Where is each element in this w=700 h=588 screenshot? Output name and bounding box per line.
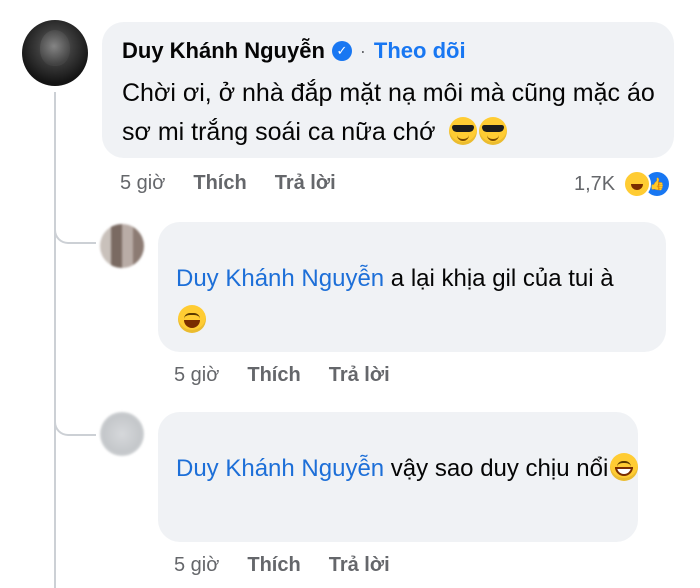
comment-bubble: Duy Khánh Nguyễn ✓ · Theo dõi Chời ơi, ở…: [102, 22, 674, 158]
reply-button[interactable]: Trả lời: [329, 554, 390, 577]
comment-author[interactable]: Duy Khánh Nguyễn: [122, 38, 325, 64]
thread-connector: [54, 402, 96, 436]
like-button[interactable]: Thích: [247, 364, 300, 387]
reply-button[interactable]: Trả lời: [329, 364, 390, 387]
reply-actions: 5 giờ Thích Trả lời: [174, 364, 418, 387]
reply-bubble: Duy Khánh Nguyễn vậy sao duy chịu nổi: [158, 412, 639, 542]
reply-time[interactable]: 5 giờ: [174, 364, 219, 387]
reaction-count: 1,7K: [574, 172, 616, 195]
mention-link[interactable]: Duy Khánh Nguyễn: [176, 265, 384, 292]
comment-actions: 5 giờ Thích Trả lời: [120, 172, 364, 195]
avatar[interactable]: [22, 20, 88, 86]
smiling-face-with-sunglasses-icon: [448, 117, 477, 145]
mention-link[interactable]: Duy Khánh Nguyễn: [176, 455, 384, 482]
reply-body: a lại khịa gil của tui à: [384, 265, 614, 292]
reply-actions: 5 giờ Thích Trả lời: [174, 554, 418, 577]
reply-time[interactable]: 5 giờ: [174, 554, 219, 577]
reply-text: Duy Khánh Nguyễn a lại khịa gil của tui …: [176, 258, 646, 342]
reply-button[interactable]: Trả lời: [275, 172, 336, 195]
comment-text: Chời ơi, ở nhà đắp mặt nạ môi mà cũng mặ…: [122, 74, 662, 152]
verified-badge-icon: ✓: [331, 41, 352, 61]
reply-text: Duy Khánh Nguyễn vậy sao duy chịu nổi: [176, 448, 646, 490]
thread-connector: [54, 210, 96, 244]
follow-link[interactable]: Theo dõi: [374, 38, 466, 64]
face-with-tears-of-joy-icon: [178, 305, 206, 333]
comment-body: Chời ơi, ở nhà đắp mặt nạ môi mà cũng mặ…: [122, 79, 655, 146]
grinning-face-icon: [610, 453, 639, 481]
reply-bubble: Duy Khánh Nguyễn a lại khịa gil của tui …: [158, 222, 666, 352]
avatar[interactable]: [100, 224, 144, 268]
reaction-summary[interactable]: 1,7K 👍: [574, 170, 672, 198]
comment-time[interactable]: 5 giờ: [120, 172, 165, 195]
haha-icon: [623, 170, 652, 198]
like-button[interactable]: Thích: [247, 554, 300, 577]
avatar[interactable]: [100, 412, 144, 456]
like-button[interactable]: Thích: [193, 172, 246, 195]
separator-dot: ·: [359, 40, 366, 61]
smiling-face-with-sunglasses-icon: [478, 117, 507, 145]
reply-body: vậy sao duy chịu nổi: [384, 455, 609, 482]
